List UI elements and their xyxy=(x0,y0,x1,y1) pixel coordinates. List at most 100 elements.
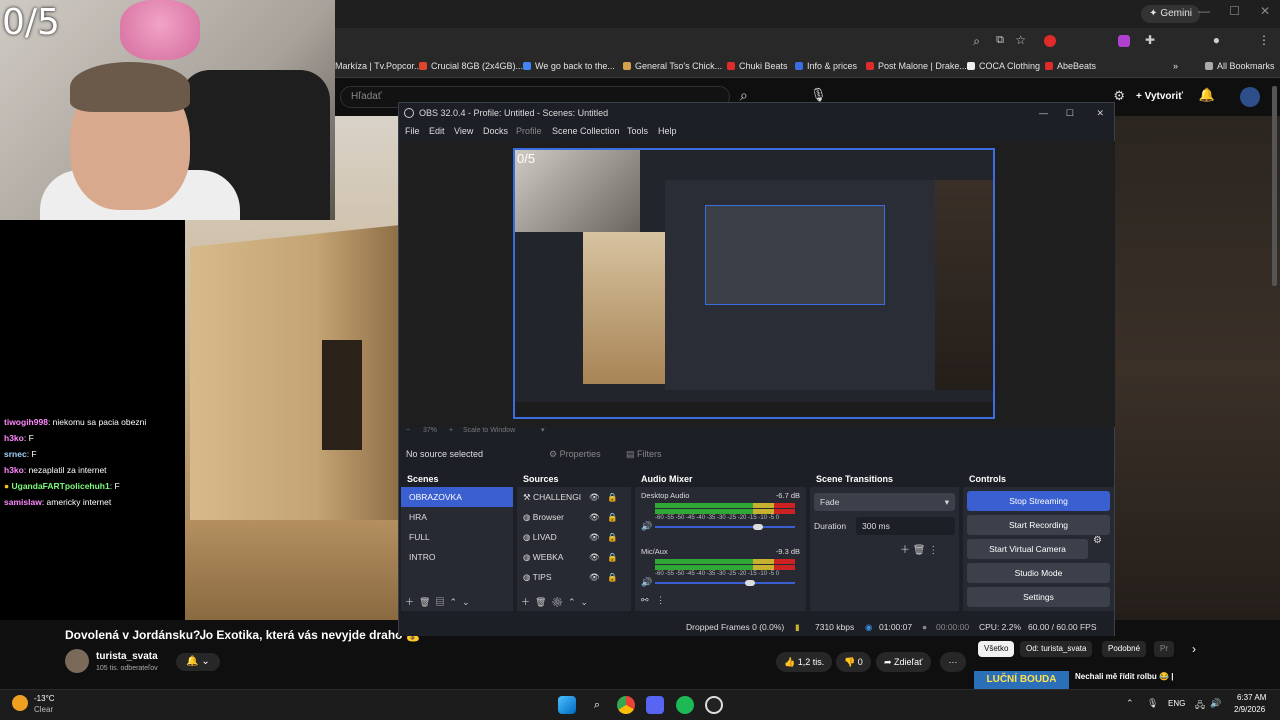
minimize-icon[interactable]: — xyxy=(1198,4,1210,18)
gemini-button[interactable]: ✦ Gemini xyxy=(1141,5,1200,23)
chip-from-channel[interactable]: Od: turista_svata xyxy=(1020,641,1093,657)
channel-name[interactable]: turista_svata xyxy=(96,651,158,662)
scene-item[interactable]: INTRO xyxy=(401,547,513,567)
microphone-icon[interactable]: 🎙 xyxy=(810,87,827,103)
preview-canvas[interactable]: 0/5 xyxy=(513,148,995,419)
arrow-up-icon[interactable]: ⌃ xyxy=(450,597,458,607)
menu-tools[interactable]: Tools xyxy=(627,126,648,136)
bookmark-item[interactable]: AbeBeats xyxy=(1045,61,1096,71)
link-icon[interactable]: ⚯ xyxy=(641,595,649,605)
start-menu-icon[interactable] xyxy=(558,696,576,714)
profile-icon[interactable]: ● xyxy=(1213,33,1220,47)
duration-input[interactable]: 300 ms xyxy=(856,517,955,535)
clock-time[interactable]: 6:37 AM xyxy=(1237,693,1266,702)
lock-icon[interactable]: 🔒 xyxy=(607,487,618,507)
source-item[interactable]: ◍ LIVAD 👁 🔒 xyxy=(517,527,631,547)
desktop-volume-slider[interactable] xyxy=(655,526,795,528)
lock-icon[interactable]: 🔒 xyxy=(607,507,618,527)
filter-icon[interactable]: ▤ xyxy=(435,597,444,607)
notifications-bell-icon[interactable]: 🔔 xyxy=(1199,87,1215,103)
volume-icon[interactable]: 🔊 xyxy=(1210,698,1221,709)
gear-icon[interactable]: ⚙ xyxy=(1113,88,1125,104)
mic-volume-slider[interactable] xyxy=(655,582,795,584)
chip-all[interactable]: Všetko xyxy=(978,641,1015,657)
clock-date[interactable]: 2/9/2026 xyxy=(1234,705,1265,714)
eye-icon[interactable]: 👁 xyxy=(589,567,600,587)
like-button[interactable]: 👍 1,2 tis. xyxy=(776,652,833,672)
scrollbar[interactable] xyxy=(1272,86,1277,286)
bookmark-item[interactable]: Info & prices xyxy=(795,61,857,71)
gear-icon[interactable]: ⚙ xyxy=(1093,535,1102,546)
stop-streaming-button[interactable]: Stop Streaming xyxy=(967,491,1110,511)
dislike-button[interactable]: 👎 0 xyxy=(836,652,871,672)
add-icon[interactable]: ＋ xyxy=(405,597,414,607)
menu-profile[interactable]: Profile xyxy=(516,126,542,136)
arrow-down-icon[interactable]: ⌄ xyxy=(462,597,470,607)
zoom-out-icon[interactable]: − xyxy=(406,427,410,434)
eye-icon[interactable]: 👁 xyxy=(589,487,600,507)
source-item[interactable]: ⚒ CHALLENGI 👁 🔒 xyxy=(517,487,631,507)
eye-icon[interactable]: 👁 xyxy=(589,507,600,527)
volume-knob[interactable] xyxy=(745,580,755,586)
bookmark-item[interactable]: Chuki Beats xyxy=(727,61,788,71)
speaker-icon[interactable]: 🔊 xyxy=(641,521,652,532)
start-virtual-camera-button[interactable]: Start Virtual Camera xyxy=(967,539,1088,559)
maximize-icon[interactable]: ☐ xyxy=(1229,4,1240,18)
share-button[interactable]: ➦ Zdieľať xyxy=(876,652,931,672)
settings-button[interactable]: Settings xyxy=(967,587,1110,607)
install-icon[interactable]: ⧉ xyxy=(996,34,1004,47)
arrow-down-icon[interactable]: ⌄ xyxy=(581,597,589,607)
language-indicator[interactable]: ENG xyxy=(1168,699,1185,708)
bookmark-item[interactable]: General Tso's Chick... xyxy=(623,61,722,71)
menu-help[interactable]: Help xyxy=(658,126,677,136)
menu-scene-collection[interactable]: Scene Collection xyxy=(552,126,620,136)
menu-view[interactable]: View xyxy=(454,126,473,136)
kebab-icon[interactable]: ⋮ xyxy=(656,595,665,605)
add-icon[interactable]: ＋ xyxy=(900,545,910,556)
chip-more[interactable]: Pr xyxy=(1154,641,1174,657)
lock-icon[interactable]: 🔒 xyxy=(607,527,618,547)
menu-edit[interactable]: Edit xyxy=(429,126,445,136)
bookmark-star-icon[interactable]: ☆ xyxy=(1015,33,1026,47)
more-actions-button[interactable]: ··· xyxy=(940,652,966,672)
zoom-icon[interactable]: ⌕ xyxy=(973,34,980,49)
speaker-icon[interactable]: 🔊 xyxy=(641,577,652,588)
lock-icon[interactable]: 🔒 xyxy=(607,567,618,587)
studio-mode-button[interactable]: Studio Mode xyxy=(967,563,1110,583)
discord-icon[interactable] xyxy=(646,696,664,714)
menu-docks[interactable]: Docks xyxy=(483,126,508,136)
subscription-bell-button[interactable]: 🔔 ⌄ xyxy=(176,653,220,671)
all-bookmarks-button[interactable]: All Bookmarks xyxy=(1205,61,1275,71)
bookmarks-overflow-icon[interactable]: » xyxy=(1173,61,1178,71)
trash-icon[interactable]: 🗑 xyxy=(535,597,546,607)
add-icon[interactable]: ＋ xyxy=(521,597,530,607)
scene-item[interactable]: HRA xyxy=(401,507,513,527)
network-icon[interactable]: 🖧 xyxy=(1195,698,1205,714)
arrow-up-icon[interactable]: ⌃ xyxy=(568,597,576,607)
weather-icon[interactable] xyxy=(12,695,28,711)
source-item[interactable]: ◍ TIPS 👁 🔒 xyxy=(517,567,631,587)
chrome-icon[interactable] xyxy=(617,696,635,714)
recommended-title[interactable]: Nechali mě řídit rolbu 😂 | xyxy=(1075,672,1173,681)
create-button[interactable]: + Vytvoriť xyxy=(1136,87,1183,107)
menu-kebab-icon[interactable]: ⋮ xyxy=(1258,33,1270,47)
eye-icon[interactable]: 👁 xyxy=(589,527,600,547)
tray-overflow-icon[interactable]: ⌃ xyxy=(1126,698,1134,709)
recommended-thumbnail[interactable]: LUČNÍ BOUDA xyxy=(974,671,1069,689)
source-item[interactable]: ◍ Browser 👁 🔒 xyxy=(517,507,631,527)
bookmark-item[interactable]: Crucial 8GB (2x4GB)... xyxy=(419,61,523,71)
extension-icon[interactable] xyxy=(1118,35,1130,47)
close-icon[interactable]: ✕ xyxy=(1260,4,1270,18)
bookmark-item[interactable]: Post Malone | Drake... xyxy=(866,61,967,71)
minimize-icon[interactable]: — xyxy=(1039,103,1048,123)
properties-button[interactable]: ⚙ Properties xyxy=(549,449,601,460)
scene-item[interactable]: OBRAZOVKA xyxy=(401,487,513,507)
channel-avatar[interactable] xyxy=(65,649,89,673)
menu-file[interactable]: File xyxy=(405,126,420,136)
extension-icon[interactable] xyxy=(1044,35,1056,47)
bookmark-item[interactable]: We go back to the... xyxy=(523,61,615,71)
spotify-icon[interactable] xyxy=(676,696,694,714)
scene-item[interactable]: FULL xyxy=(401,527,513,547)
chip-related[interactable]: Podobné xyxy=(1102,641,1147,657)
bookmark-item[interactable]: COCA Clothing xyxy=(967,61,1040,71)
